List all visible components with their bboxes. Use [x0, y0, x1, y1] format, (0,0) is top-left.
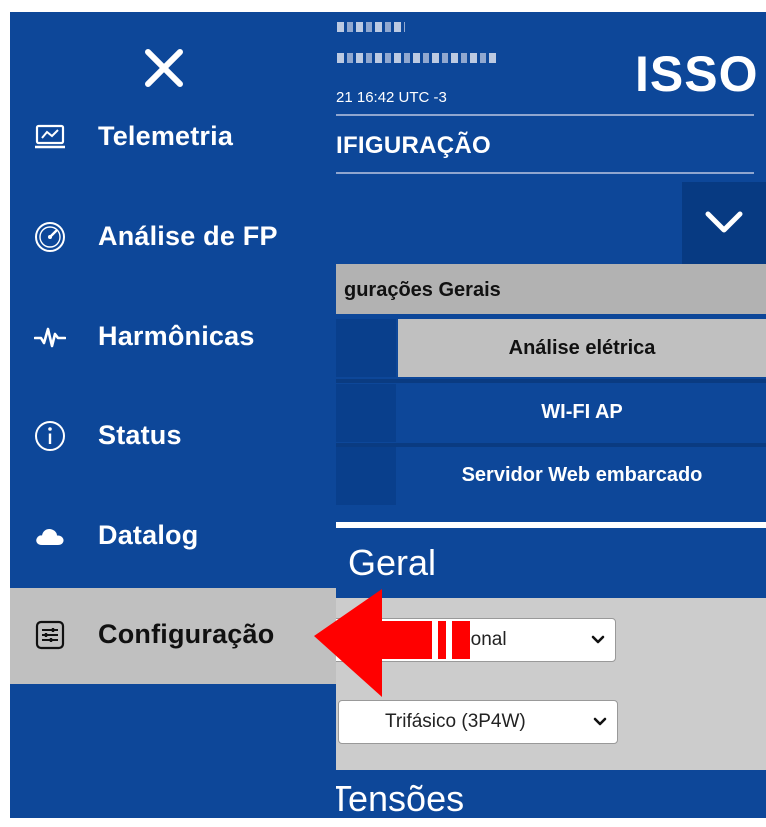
- chevron-down-icon: [705, 211, 743, 233]
- menu-item-status[interactable]: Status: [10, 389, 336, 485]
- section-label: gurações Gerais: [344, 279, 501, 301]
- menu-item-analise-fp[interactable]: Análise de FP: [10, 190, 336, 286]
- subnav-left-cell: [336, 384, 396, 442]
- title-divider: [336, 172, 754, 174]
- close-icon: [145, 49, 183, 87]
- geral-title: Geral: [348, 542, 437, 583]
- tensoes-title: Tensões: [336, 778, 465, 818]
- cloud-icon: [36, 529, 64, 545]
- waveform-icon: [34, 327, 66, 348]
- navigation-drawer: Telemetria Análise de FP Harmônicas Stat…: [10, 12, 336, 818]
- subnav-divider: [336, 379, 766, 383]
- chevron-down-icon: [591, 635, 605, 644]
- menu-item-datalog[interactable]: Datalog: [10, 489, 336, 585]
- page-title: IFIGURAÇÃO: [336, 132, 491, 159]
- annotation-arrow-icon: [314, 589, 470, 697]
- menu-item-telemetria[interactable]: Telemetria: [10, 90, 336, 186]
- menu-label: Configuração: [98, 619, 275, 649]
- subnav-servidor-web[interactable]: Servidor Web embarcado: [398, 447, 766, 505]
- menu-label: Datalog: [98, 520, 199, 550]
- settings-sliders-icon: [35, 620, 65, 650]
- tensoes-header: Tensões: [336, 770, 766, 818]
- chevron-down-icon: [593, 717, 607, 726]
- subnav-left-cell: [336, 447, 396, 505]
- system-type-select-value: Trifásico (3P4W): [385, 711, 526, 732]
- info-icon: [35, 421, 65, 451]
- menu-item-harmonicas[interactable]: Harmônicas: [10, 290, 336, 386]
- gauge-icon: [35, 222, 65, 252]
- monitor-chart-icon: [35, 124, 65, 149]
- subnav-wifi-ap[interactable]: WI-FI AP: [398, 384, 766, 442]
- subnav-left-cell: [336, 319, 396, 377]
- menu-label: Harmônicas: [98, 321, 255, 351]
- menu-label: Status: [98, 420, 182, 450]
- menu-label: Análise de FP: [98, 221, 278, 251]
- section-header[interactable]: gurações Gerais: [336, 264, 766, 314]
- header-datetime: 21 16:42 UTC -3: [336, 89, 447, 106]
- menu-label: Telemetria: [98, 121, 234, 151]
- close-drawer-button[interactable]: [138, 42, 190, 94]
- system-type-select[interactable]: Trifásico (3P4W): [338, 700, 618, 744]
- blurred-device-id: [337, 53, 497, 63]
- subnav-analise-eletrica[interactable]: Análise elétrica: [398, 319, 766, 377]
- brand-logo: ISSO: [635, 46, 759, 102]
- menu-item-configuracao[interactable]: Configuração: [10, 588, 336, 684]
- app-frame: 21 16:42 UTC -3 ISSO IFIGURAÇÃO gurações…: [10, 12, 766, 818]
- header-divider: [336, 114, 754, 116]
- section-dropdown-button[interactable]: [682, 182, 766, 264]
- blurred-device-name: [337, 22, 405, 32]
